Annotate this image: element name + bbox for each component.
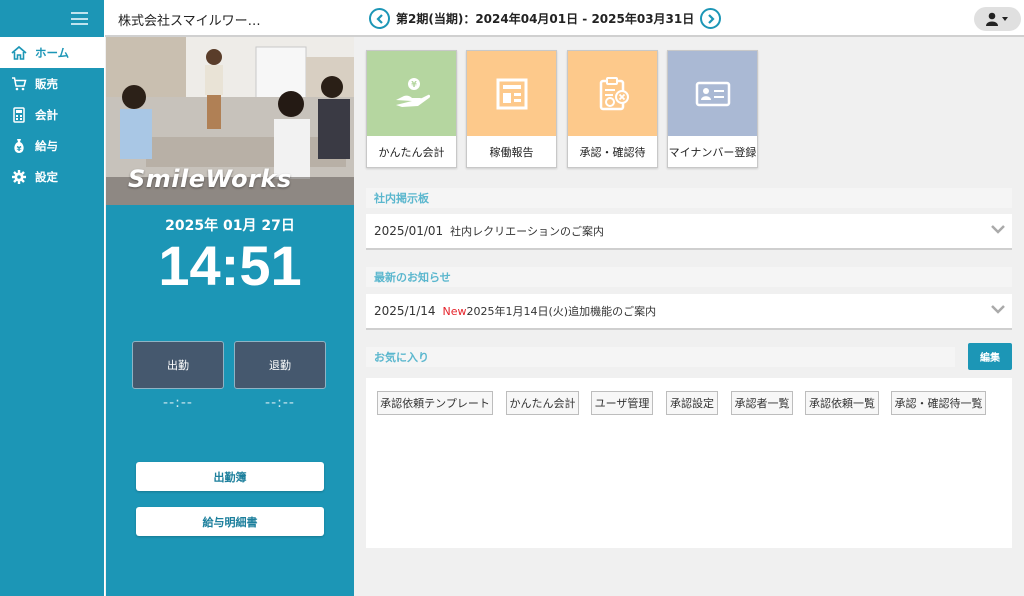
clock-out-button[interactable]: 退勤 xyxy=(234,341,326,389)
prev-period-button[interactable] xyxy=(369,8,390,29)
tile-label: 承認・確認待 xyxy=(579,146,646,159)
approval-clipboard-icon xyxy=(599,76,629,110)
tile-work-report[interactable]: 稼働報告 xyxy=(466,50,557,168)
bulletin-board-header: 社内掲示板 xyxy=(366,188,1012,208)
attendance-panel: SmileWorks 2025年 01月 27日 14:51 出勤 退勤 --:… xyxy=(106,37,354,596)
money-bag-icon: ¥ xyxy=(11,138,27,154)
company-name[interactable]: 株式会社スマイルワー… xyxy=(118,10,261,29)
svg-text:¥: ¥ xyxy=(411,80,417,89)
hand-coin-icon: ¥ xyxy=(395,77,430,107)
favorite-approval-request-list[interactable]: 承認依頼一覧 xyxy=(805,391,879,415)
attendance-book-button[interactable]: 出勤簿 xyxy=(136,462,324,491)
new-badge: New xyxy=(442,304,467,318)
tile-icon-area xyxy=(467,51,556,136)
favorite-approver-list[interactable]: 承認者一覧 xyxy=(731,391,793,415)
bulletin-item[interactable]: 2025/01/01 社内レクリエーションのご案内 xyxy=(366,214,1012,250)
header: 株式会社スマイルワー… 第2期(当期)：2024年04月01日 - 2025年0… xyxy=(105,0,1024,37)
hamburger-menu-icon[interactable] xyxy=(71,12,88,25)
news-item[interactable]: 2025/1/14 New 2025年1月14日(火)追加機能のご案内 xyxy=(366,294,1012,330)
gear-icon xyxy=(11,169,27,185)
user-menu-button[interactable] xyxy=(974,7,1021,31)
news-text: 2025年1月14日(火)追加機能のご案内 xyxy=(466,305,657,318)
tile-pending-approval[interactable]: 承認・確認待 xyxy=(567,50,658,168)
sidebar-item-label: 販売 xyxy=(35,76,58,91)
chevron-down-icon xyxy=(991,305,1005,314)
chevron-left-icon xyxy=(375,13,383,24)
main-content: ¥ かんたん会計 稼働報告 承認・確認待 マイナンバー登録 社内掲示板 2025… xyxy=(354,37,1024,596)
favorite-approval-request-template[interactable]: 承認依頼テンプレート xyxy=(377,391,493,415)
home-icon xyxy=(11,45,27,61)
sidebar-item-label: ホーム xyxy=(35,45,70,60)
smileworks-logo: SmileWorks xyxy=(128,165,292,193)
chevron-down-icon xyxy=(991,225,1005,234)
favorite-easy-accounting[interactable]: かんたん会計 xyxy=(506,391,579,415)
edit-favorites-button[interactable]: 編集 xyxy=(968,343,1012,370)
sidebar-item-settings[interactable]: 設定 xyxy=(0,161,104,192)
fiscal-period-selector: 第2期(当期)：2024年04月01日 - 2025年03月31日 xyxy=(369,8,722,29)
bulletin-date: 2025/01/01 xyxy=(374,224,444,238)
fiscal-period-label: 第2期(当期)：2024年04月01日 - 2025年03月31日 xyxy=(396,12,695,26)
report-icon xyxy=(496,78,527,109)
sidebar-item-label: 会計 xyxy=(35,107,58,122)
favorite-user-management[interactable]: ユーザ管理 xyxy=(591,391,653,415)
user-icon xyxy=(985,12,1008,26)
tile-my-number-registration[interactable]: マイナンバー登録 xyxy=(667,50,758,168)
id-card-icon xyxy=(695,81,730,106)
clock-in-time: --:-- xyxy=(163,395,193,411)
current-time: 14:51 xyxy=(158,234,302,297)
news-header: 最新のお知らせ xyxy=(366,267,1012,287)
tile-icon-area xyxy=(568,51,657,136)
sidebar-item-accounting[interactable]: 会計 xyxy=(0,99,104,130)
sidebar-item-sales[interactable]: 販売 xyxy=(0,68,104,99)
tile-label: 稼働報告 xyxy=(489,146,534,159)
sidebar: ホーム 販売 会計 ¥ 給与 設定 xyxy=(0,0,105,596)
tile-icon-area: ¥ xyxy=(367,51,456,136)
calculator-icon xyxy=(11,106,27,123)
sidebar-top xyxy=(0,0,104,37)
favorites-header: お気に入り xyxy=(366,347,955,367)
sidebar-item-payroll[interactable]: ¥ 給与 xyxy=(0,130,104,161)
tile-label: かんたん会計 xyxy=(378,146,445,159)
svg-text:¥: ¥ xyxy=(17,145,22,153)
bulletin-text: 社内レクリエーションのご案内 xyxy=(450,225,604,238)
current-date: 2025年 01月 27日 xyxy=(165,218,295,234)
tile-icon-area xyxy=(668,51,757,136)
sidebar-item-label: 給与 xyxy=(35,138,58,153)
clock-out-time: --:-- xyxy=(265,395,295,411)
favorites-panel: 承認依頼テンプレート かんたん会計 ユーザ管理 承認設定 承認者一覧 承認依頼一… xyxy=(366,378,1012,548)
next-period-button[interactable] xyxy=(700,8,722,29)
tile-label: マイナンバー登録 xyxy=(668,146,757,159)
payslip-button[interactable]: 給与明細書 xyxy=(136,507,324,536)
sidebar-item-label: 設定 xyxy=(35,169,58,184)
clock-in-button[interactable]: 出勤 xyxy=(132,341,224,389)
news-date: 2025/1/14 xyxy=(374,304,436,318)
chevron-right-icon xyxy=(707,13,715,24)
sidebar-item-home[interactable]: ホーム xyxy=(0,37,104,68)
hero-image: SmileWorks xyxy=(106,37,354,205)
favorite-pending-approval-list[interactable]: 承認・確認待一覧 xyxy=(891,391,986,415)
cart-icon xyxy=(11,76,27,92)
tile-easy-accounting[interactable]: ¥ かんたん会計 xyxy=(366,50,457,168)
favorite-approval-settings[interactable]: 承認設定 xyxy=(666,391,718,415)
